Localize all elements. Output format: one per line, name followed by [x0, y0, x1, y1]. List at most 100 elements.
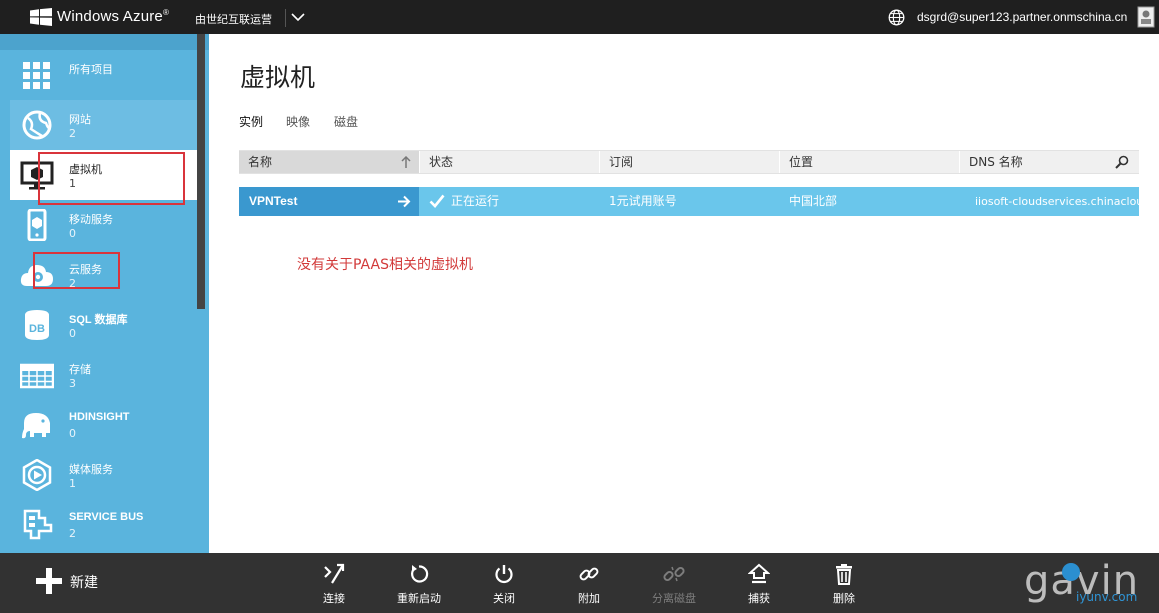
power-icon: [495, 565, 513, 584]
column-header-label: 位置: [789, 155, 814, 169]
vm-name[interactable]: VPNTest: [249, 187, 297, 216]
detach-disk-button[interactable]: 分离磁盘: [639, 563, 709, 607]
tab-images[interactable]: 映像: [286, 113, 310, 130]
delete-trash-icon: [836, 564, 852, 585]
sidebar: 所有项目 网站 2 虚拟机 1 移动服务 0 云服务 2 DB SQL 数据库 …: [0, 34, 209, 553]
sidebar-item-count: 3: [69, 377, 76, 390]
sidebar-item-label: 网站: [69, 113, 91, 126]
connect-icon: [324, 563, 345, 584]
arrow-right-icon[interactable]: [397, 195, 411, 208]
vm-subscription: 1元试用账号: [609, 194, 677, 208]
detach-link-icon: [663, 566, 685, 582]
column-header-name[interactable]: 名称: [239, 151, 419, 173]
row-name-cell[interactable]: VPNTest: [239, 187, 419, 216]
sidebar-item-count: 0: [69, 327, 76, 340]
svg-text:DB: DB: [29, 323, 45, 335]
tab-disks[interactable]: 磁盘: [334, 113, 358, 130]
shutdown-button[interactable]: 关闭: [469, 563, 539, 607]
sidebar-item-sql-database[interactable]: DB SQL 数据库 0: [10, 300, 197, 350]
sidebar-item-count: 2: [69, 527, 76, 540]
column-header-subscription[interactable]: 订阅: [599, 151, 779, 173]
column-header-label: 名称: [248, 155, 273, 169]
sidebar-item-storage[interactable]: 存储 3: [10, 350, 197, 400]
operator-label: 由世纪互联运营: [195, 13, 272, 26]
column-header-status[interactable]: 状态: [419, 151, 599, 173]
brand-name[interactable]: Windows Azure®: [57, 8, 169, 25]
storage-table-icon: [20, 363, 54, 389]
column-header-label: 订阅: [609, 155, 634, 169]
sidebar-item-count: 0: [69, 227, 76, 240]
sidebar-item-label: 存储: [69, 363, 91, 376]
vm-dns-link[interactable]: iiosoft-cloudservices.chinacloudapp.cn: [975, 187, 1139, 216]
sidebar-item-all-items[interactable]: 所有项目: [10, 50, 197, 100]
globe-icon[interactable]: [888, 9, 905, 26]
table-row[interactable]: VPNTest 正在运行 1元试用账号 中国北部 iiosoft-cloudse…: [239, 187, 1139, 216]
highlight-box-cloud-services: [33, 252, 120, 289]
annotation-note: 没有关于PAAS相关的虚拟机: [297, 257, 473, 273]
column-header-location[interactable]: 位置: [779, 151, 959, 173]
capture-icon: [748, 563, 770, 584]
connect-button[interactable]: 连接: [299, 563, 369, 607]
sidebar-item-hdinsight[interactable]: HDINSIGHT 0: [10, 400, 197, 450]
top-divider: [285, 9, 286, 27]
sidebar-item-label: HDINSIGHT: [69, 411, 130, 423]
sidebar-top-strip: [0, 34, 209, 50]
media-play-icon: [22, 459, 52, 491]
command-label: 分离磁盘: [652, 592, 696, 605]
sort-arrow-up-icon: [401, 156, 411, 168]
watermark-subtext: iyunv.com: [1076, 590, 1138, 604]
capture-button[interactable]: 捕获: [724, 563, 794, 607]
delete-button[interactable]: 删除: [809, 563, 879, 607]
command-label: 附加: [578, 592, 600, 605]
grid-header: 名称 状态 订阅 位置 DNS 名称: [239, 150, 1139, 174]
command-label: 重新启动: [397, 592, 441, 605]
page-title: 虚拟机: [240, 63, 316, 92]
elephant-icon: [22, 413, 50, 439]
sidebar-item-label: 移动服务: [69, 213, 113, 226]
restart-button[interactable]: 重新启动: [384, 563, 454, 607]
search-icon[interactable]: [1115, 155, 1129, 169]
user-avatar-icon[interactable]: [1137, 4, 1155, 30]
sidebar-item-count: 1: [69, 477, 76, 490]
all-items-grid-icon: [23, 62, 50, 89]
sidebar-item-count: 0: [69, 427, 76, 440]
watermark-badge: [1062, 563, 1080, 581]
website-globe-icon: [22, 110, 52, 140]
sidebar-item-label: SERVICE BUS: [69, 511, 144, 523]
checkmark-icon: [429, 194, 445, 208]
sidebar-item-count: 2: [69, 127, 76, 140]
sidebar-item-mobile-services[interactable]: 移动服务 0: [10, 200, 197, 250]
sidebar-item-label: 媒体服务: [69, 463, 113, 476]
sidebar-item-label: 所有项目: [69, 63, 113, 76]
top-bar: Windows Azure® 由世纪互联运营 dsgrd@super123.pa…: [0, 0, 1159, 34]
sidebar-item-label: SQL 数据库: [69, 314, 128, 326]
sidebar-item-websites[interactable]: 网站 2: [10, 100, 197, 150]
windows-logo-icon[interactable]: [30, 8, 52, 26]
service-bus-icon: [23, 509, 53, 540]
vm-status: 正在运行: [451, 194, 500, 208]
chevron-down-icon[interactable]: [291, 10, 305, 24]
command-bar: 新建 连接 重新启动 关闭 附加 分离磁盘 捕获 删除: [0, 553, 1159, 613]
new-button[interactable]: 新建: [36, 566, 116, 596]
command-label: 捕获: [748, 592, 770, 605]
highlight-box-virtual-machines: [38, 152, 185, 205]
column-header-label: 状态: [429, 155, 454, 169]
database-db-icon: DB: [25, 310, 49, 340]
attach-button[interactable]: 附加: [554, 563, 624, 607]
sidebar-item-media-services[interactable]: 媒体服务 1: [10, 450, 197, 500]
new-button-label: 新建: [70, 575, 98, 591]
sidebar-scrollbar[interactable]: [197, 34, 205, 309]
column-header-label: DNS 名称: [969, 155, 1023, 169]
vm-location: 中国北部: [789, 194, 838, 208]
sidebar-item-service-bus[interactable]: SERVICE BUS 2: [10, 500, 197, 550]
column-header-dns[interactable]: DNS 名称: [959, 151, 1109, 173]
command-label: 删除: [833, 592, 855, 605]
brand-mark: ®: [162, 8, 170, 17]
brand-text: Windows Azure: [57, 8, 163, 25]
command-label: 关闭: [493, 592, 515, 605]
account-email[interactable]: dsgrd@super123.partner.onmschina.cn: [917, 10, 1127, 24]
mobile-phone-icon: [27, 209, 47, 241]
command-label: 连接: [323, 592, 345, 605]
tab-instances[interactable]: 实例: [239, 113, 263, 130]
plus-icon: [36, 568, 62, 594]
